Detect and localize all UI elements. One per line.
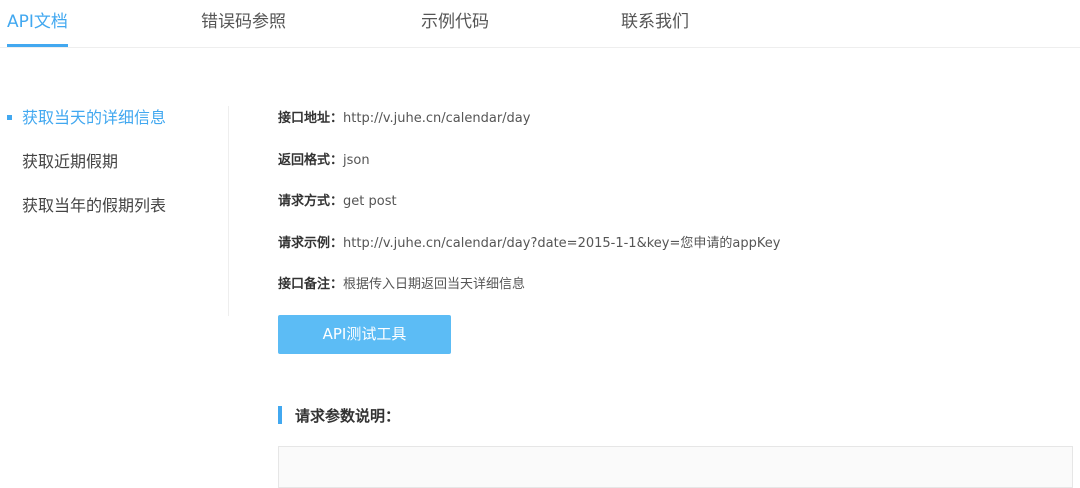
info-row-method: 请求方式：get post xyxy=(278,192,397,212)
info-row-remark: 接口备注：根据传入日期返回当天详细信息 xyxy=(278,275,525,295)
info-row-example: 请求示例：http://v.juhe.cn/calendar/day?date=… xyxy=(278,234,780,254)
side-item-today-detail[interactable]: 获取当天的详细信息 xyxy=(22,107,166,129)
info-row-endpoint: 接口地址：http://v.juhe.cn/calendar/day xyxy=(278,109,530,129)
tab-api-docs[interactable]: API文档 xyxy=(7,10,68,47)
section-accent-bar xyxy=(278,406,282,424)
info-row-format: 返回格式：json xyxy=(278,151,370,171)
section-title-request-params: 请求参数说明： xyxy=(295,407,401,425)
top-tab-bar: API文档 错误码参照 示例代码 联系我们 xyxy=(0,0,1080,48)
api-test-tool-button[interactable]: API测试工具 xyxy=(278,315,451,354)
info-label: 接口地址： xyxy=(278,111,344,126)
tab-sample-code[interactable]: 示例代码 xyxy=(421,10,489,34)
side-item-recent-holidays[interactable]: 获取近期假期 xyxy=(22,151,118,173)
request-params-table xyxy=(278,446,1073,488)
info-label: 请求方式： xyxy=(278,194,344,209)
api-side-menu: 获取当天的详细信息 获取近期假期 获取当年的假期列表 xyxy=(0,106,229,316)
info-value: http://v.juhe.cn/calendar/day xyxy=(343,111,531,126)
info-value: 根据传入日期返回当天详细信息 xyxy=(343,277,526,292)
info-label: 请求示例： xyxy=(278,236,344,251)
info-label: 返回格式： xyxy=(278,153,344,168)
info-value: json xyxy=(343,153,370,168)
info-label: 接口备注： xyxy=(278,277,344,292)
tab-error-codes[interactable]: 错误码参照 xyxy=(201,10,286,34)
tab-contact-us[interactable]: 联系我们 xyxy=(621,10,689,34)
side-item-year-holiday-list[interactable]: 获取当年的假期列表 xyxy=(22,195,166,217)
info-value: http://v.juhe.cn/calendar/day?date=2015-… xyxy=(343,236,781,251)
info-value: get post xyxy=(343,194,397,209)
